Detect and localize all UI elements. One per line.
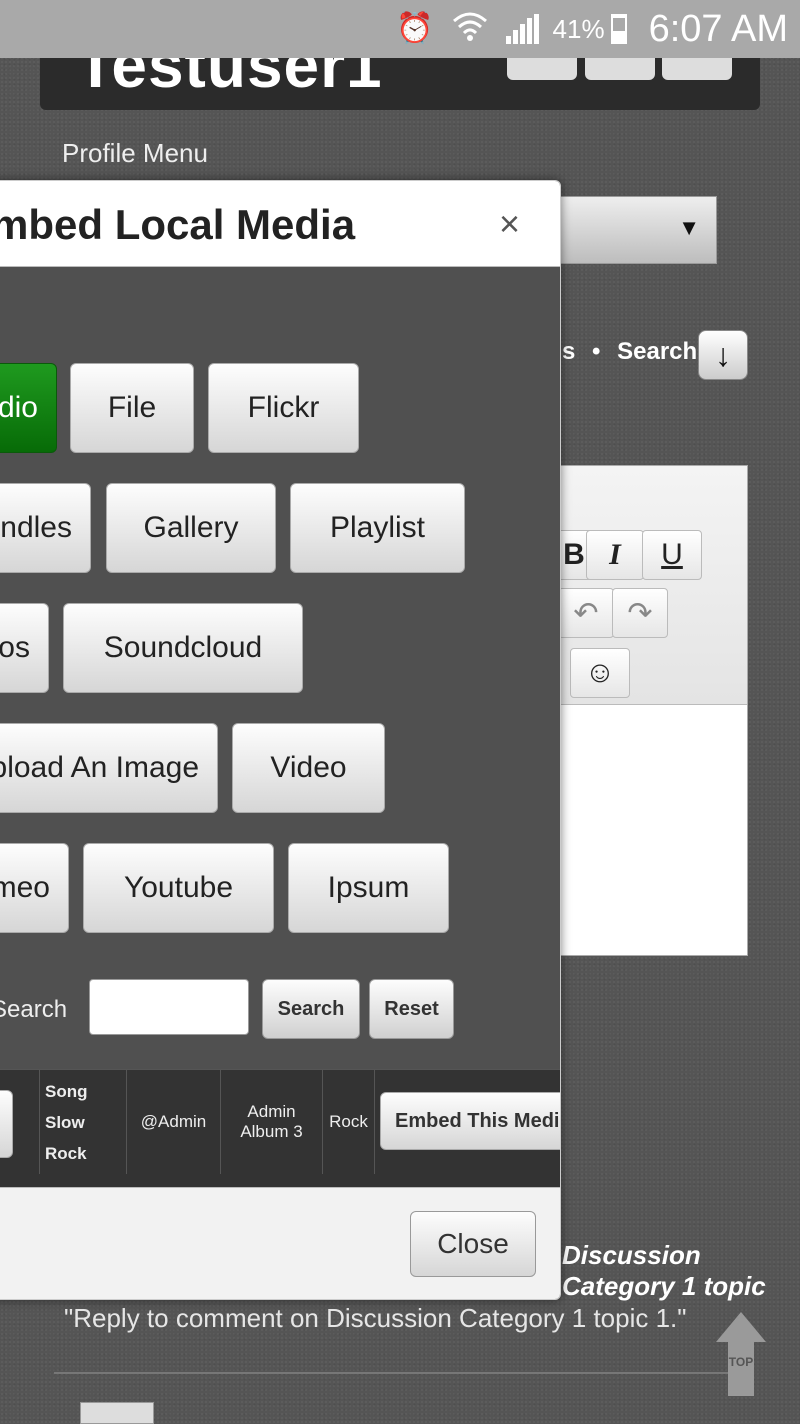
media-type-file-button[interactable]: File: [70, 363, 194, 453]
media-title-line: Song: [45, 1081, 88, 1101]
header-card: Testuser1: [40, 29, 760, 110]
search-input[interactable]: [89, 979, 249, 1035]
media-type-photos-button[interactable]: Photos: [0, 603, 49, 693]
search-label: Search: [0, 996, 68, 1023]
embed-media-button[interactable]: Embed This Media: [380, 1092, 560, 1150]
table-cell-album: Admin Album 3: [221, 1070, 323, 1174]
profile-menu-label: Profile Menu: [62, 138, 208, 168]
status-bar: ⏰ 41% 6:07 AM: [0, 0, 800, 58]
search-button[interactable]: Search: [262, 979, 360, 1039]
redo-icon[interactable]: ↷: [612, 588, 668, 638]
discussion-title[interactable]: Discussion Category 1 topic: [562, 1240, 800, 1302]
nav-separator: •: [592, 338, 601, 365]
arrow-up-icon: TOP: [716, 1312, 766, 1396]
media-title-line: Rock: [45, 1143, 87, 1163]
media-type-gallery-button[interactable]: Gallery: [106, 483, 276, 573]
media-title-line: Slow: [45, 1112, 85, 1132]
emoji-icon[interactable]: ☺: [570, 648, 630, 698]
editor-toolbar: B I U ↶ ↷ ☺: [550, 466, 747, 705]
select-media-button[interactable]: [0, 1090, 13, 1158]
upload-image-button[interactable]: Upload An Image: [0, 723, 218, 813]
nav-link-partial[interactable]: s: [562, 338, 575, 365]
back-to-top-button[interactable]: TOP: [716, 1312, 766, 1396]
battery-icon: [610, 14, 627, 44]
rich-text-editor[interactable]: B I U ↶ ↷ ☺: [550, 465, 748, 956]
media-type-bundles-button[interactable]: Bundles: [0, 483, 91, 573]
media-type-vimeo-button[interactable]: Vimeo: [0, 843, 69, 933]
header-mail-button[interactable]: [662, 58, 732, 80]
avatar: [80, 1402, 154, 1424]
media-type-video-button[interactable]: Video: [232, 723, 385, 813]
header-gear-button[interactable]: [507, 58, 577, 80]
media-type-flickr-button[interactable]: Flickr: [208, 363, 359, 453]
close-button[interactable]: Close: [410, 1211, 536, 1277]
alarm-icon: ⏰: [396, 12, 434, 45]
media-type-youtube-button[interactable]: Youtube: [83, 843, 274, 933]
italic-button[interactable]: I: [586, 530, 644, 580]
underline-button[interactable]: U: [642, 530, 702, 580]
media-type-ipsum-button[interactable]: Ipsum: [288, 843, 449, 933]
clock: 6:07 AM: [648, 7, 788, 50]
close-icon[interactable]: ×: [499, 203, 520, 245]
media-type-soundcloud-button[interactable]: Soundcloud: [63, 603, 303, 693]
reset-button[interactable]: Reset: [369, 979, 454, 1039]
nav-link-search[interactable]: Search: [617, 338, 697, 365]
undo-icon[interactable]: ↶: [558, 588, 614, 638]
table-cell-select: [0, 1070, 40, 1174]
nav-links: s • Search: [562, 338, 697, 366]
header-user-button[interactable]: [585, 58, 655, 80]
signal-icon: [505, 14, 539, 44]
chevron-down-icon: ▼: [678, 215, 700, 240]
table-cell-title: Song Slow Rock: [40, 1070, 127, 1174]
modal-header: Embed Local Media ×: [0, 181, 560, 267]
media-type-playlist-button[interactable]: Playlist: [290, 483, 465, 573]
battery-percent: 41%: [552, 13, 605, 44]
top-label: TOP: [729, 1355, 753, 1369]
table-cell-genre: Rock: [323, 1070, 375, 1174]
divider: [54, 1372, 744, 1374]
media-type-audio-button[interactable]: Audio: [0, 363, 57, 453]
table-cell-author: @Admin: [127, 1070, 221, 1174]
arrow-down-icon[interactable]: ↓: [698, 330, 748, 380]
reply-text: "Reply to comment on Discussion Category…: [64, 1303, 687, 1333]
wifi-icon: [452, 11, 488, 47]
embed-media-modal: Embed Local Media × Audio File Flickr Bu…: [0, 180, 561, 1300]
modal-footer: Close: [0, 1187, 560, 1299]
profile-menu-select[interactable]: ▼: [555, 196, 717, 264]
modal-title: Embed Local Media: [0, 201, 356, 248]
media-table: Song Slow Rock @Admin Admin Album 3 Rock…: [0, 1069, 560, 1189]
